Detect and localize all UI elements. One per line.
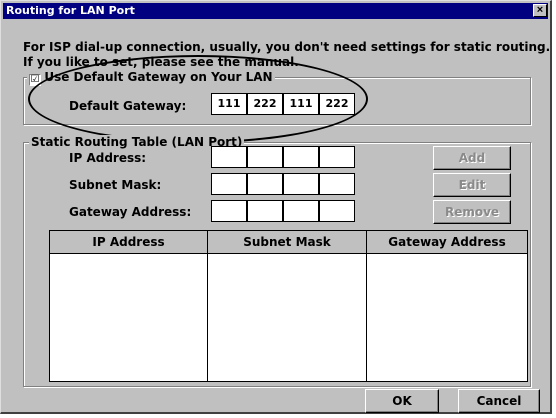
default-gateway-octet-3[interactable]: 111 — [283, 93, 319, 115]
default-gateway-legend: ☑ Use Default Gateway on Your LAN — [27, 70, 275, 86]
col-gateway-address[interactable]: Gateway Address — [367, 231, 527, 253]
default-gateway-octet-1[interactable]: 111 — [211, 93, 247, 115]
col-ip-address[interactable]: IP Address — [50, 231, 208, 253]
default-gateway-label: Default Gateway: — [69, 99, 187, 113]
col-subnet-mask[interactable]: Subnet Mask — [208, 231, 367, 253]
subnet-octet-1[interactable] — [211, 173, 247, 195]
close-icon[interactable]: × — [533, 4, 547, 17]
add-button[interactable]: Add — [433, 146, 511, 170]
intro-line-1: For ISP dial-up connection, usually, you… — [23, 40, 551, 54]
edit-button[interactable]: Edit — [433, 173, 511, 197]
ok-button[interactable]: OK — [365, 389, 439, 413]
subnet-octet-2[interactable] — [247, 173, 283, 195]
routing-table-header: IP Address Subnet Mask Gateway Address — [50, 231, 527, 254]
column-divider — [207, 254, 208, 381]
gateway-octet-2[interactable] — [247, 200, 283, 222]
subnet-octet-4[interactable] — [319, 173, 355, 195]
cancel-button[interactable]: Cancel — [458, 389, 540, 413]
title-bar: Routing for LAN Port × — [3, 3, 548, 19]
window-title: Routing for LAN Port — [6, 4, 135, 17]
subnet-octet-3[interactable] — [283, 173, 319, 195]
gateway-octet-1[interactable] — [211, 200, 247, 222]
dialog-window: Routing for LAN Port × For ISP dial-up c… — [0, 0, 552, 414]
ip-octet-3[interactable] — [283, 146, 319, 168]
gateway-octet-4[interactable] — [319, 200, 355, 222]
use-default-gateway-label[interactable]: Use Default Gateway on Your LAN — [44, 70, 272, 84]
default-gateway-octet-4[interactable]: 222 — [319, 93, 355, 115]
ip-octet-2[interactable] — [247, 146, 283, 168]
subnet-mask-label: Subnet Mask: — [69, 178, 162, 192]
use-default-gateway-checkbox[interactable]: ☑ — [29, 74, 41, 86]
ip-octet-1[interactable] — [211, 146, 247, 168]
remove-button[interactable]: Remove — [433, 200, 511, 224]
gateway-address-label: Gateway Address: — [69, 205, 192, 219]
ip-address-label: IP Address: — [69, 151, 147, 165]
intro-line-2: If you like to set, please see the manua… — [23, 55, 299, 69]
ip-octet-4[interactable] — [319, 146, 355, 168]
gateway-octet-3[interactable] — [283, 200, 319, 222]
column-divider — [366, 254, 367, 381]
default-gateway-octet-2[interactable]: 222 — [247, 93, 283, 115]
routing-table[interactable]: IP Address Subnet Mask Gateway Address — [49, 230, 528, 382]
